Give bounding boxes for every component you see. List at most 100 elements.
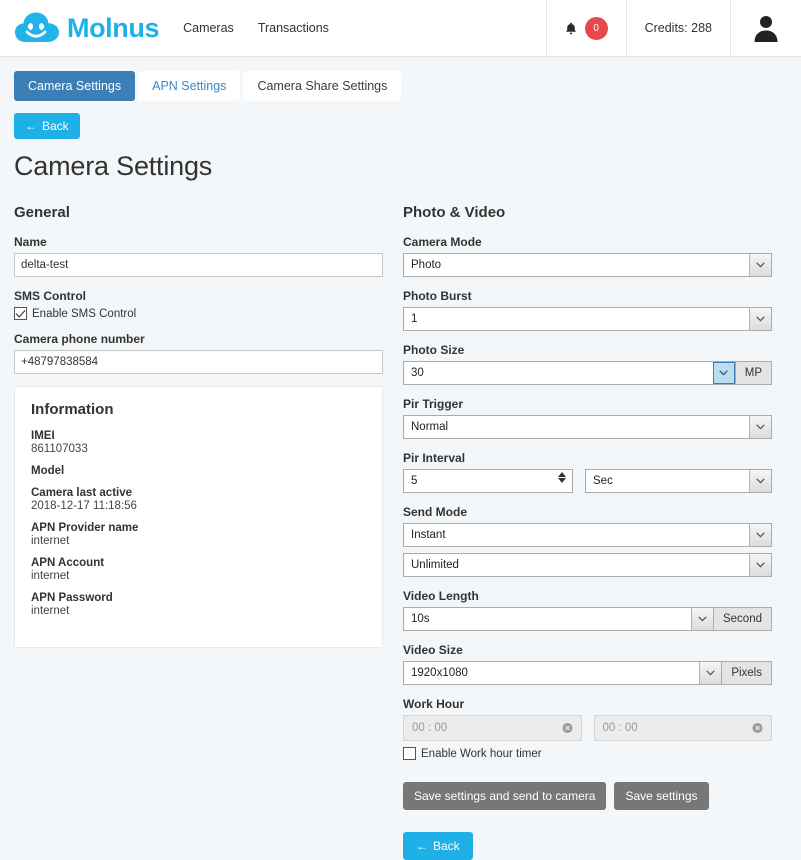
info-item-camera-last-active: Camera last active 2018-12-17 11:18:56 [31,487,366,512]
sms-control-group: SMS Control Enable SMS Control [14,289,383,320]
info-item-imei: IMEI 861107033 [31,430,366,455]
tab-apn-settings[interactable]: APN Settings [138,71,240,101]
photo-size-label: Photo Size [403,343,772,357]
video-length-input-group: 10s Second [403,607,772,631]
info-value: 861107033 [31,443,366,455]
name-field-group: Name delta-test [14,235,383,277]
work-hour-label: Work Hour [403,697,772,711]
settings-columns: General Name delta-test SMS Control Enab… [0,182,801,860]
send-mode-group: Send Mode Instant Unlimited [403,505,772,577]
info-value: internet [31,570,366,582]
tab-camera-share-settings[interactable]: Camera Share Settings [243,71,401,101]
camera-mode-group: Camera Mode Photo [403,235,772,277]
pir-trigger-select[interactable]: Normal [403,415,772,439]
user-avatar-icon [751,13,781,43]
pir-interval-row: 5 Sec [403,469,772,493]
work-hour-start-input[interactable]: 00 : 00 [403,715,582,741]
nav-link-cameras[interactable]: Cameras [183,21,234,35]
cloud-smile-icon [14,11,60,45]
camera-mode-select[interactable]: Photo [403,253,772,277]
nav-link-transactions[interactable]: Transactions [258,21,329,35]
work-hour-end-input[interactable]: 00 : 00 [594,715,773,741]
information-panel: Information IMEI 861107033 Model Camera … [14,386,383,648]
info-value: 2018-12-17 11:18:56 [31,500,366,512]
credits-label: Credits: 288 [645,21,712,35]
save-buttons-row: Save settings and send to camera Save se… [403,782,772,810]
back-button-bottom[interactable]: ← Back [403,832,473,860]
send-mode-select[interactable]: Instant [403,523,772,547]
back-button-top[interactable]: ← Back [14,113,80,139]
work-hour-group: Work Hour 00 : 00 00 : 00 [403,697,772,760]
photo-burst-label: Photo Burst [403,289,772,303]
video-length-select[interactable]: 10s [403,607,714,631]
notifications-cell[interactable]: 0 [546,0,626,56]
info-key: Camera last active [31,487,366,499]
pir-trigger-label: Pir Trigger [403,397,772,411]
bell-icon [565,22,577,35]
info-key: APN Password [31,592,366,604]
stepper-up-icon[interactable] [558,472,566,477]
back-bottom-row: ← Back [403,832,772,860]
brand-name: Molnus [67,15,159,42]
pir-interval-label: Pir Interval [403,451,772,465]
account-menu[interactable] [730,0,801,56]
work-hour-row: 00 : 00 00 : 00 [403,715,772,741]
chevron-down-icon[interactable] [749,308,771,330]
navbar-right: 0 Credits: 288 [546,0,801,56]
video-size-label: Video Size [403,643,772,657]
video-length-group: Video Length 10s Second [403,589,772,631]
chevron-down-icon[interactable] [699,662,721,684]
back-button-bottom-label: Back [433,839,460,853]
clear-circle-icon[interactable] [562,723,573,734]
camera-phone-number-label: Camera phone number [14,332,383,346]
chevron-down-icon[interactable] [749,254,771,276]
brand-logo[interactable]: Molnus [0,0,173,56]
video-length-unit-addon: Second [714,607,772,631]
photo-burst-select[interactable]: 1 [403,307,772,331]
back-button-top-label: Back [42,119,69,133]
enable-work-hour-timer-checkbox[interactable] [403,747,416,760]
chevron-down-icon[interactable] [691,608,713,630]
info-item-apn-password: APN Password internet [31,592,366,617]
info-item-apn-account: APN Account internet [31,557,366,582]
send-mode-label: Send Mode [403,505,772,519]
pir-interval-input[interactable]: 5 [403,469,573,493]
video-size-input-group: 1920x1080 Pixels [403,661,772,685]
information-title: Information [31,401,366,418]
page-title: Camera Settings [14,151,801,182]
chevron-down-icon[interactable] [749,416,771,438]
chevron-down-icon[interactable] [713,362,735,384]
info-item-model: Model [31,465,366,477]
tab-camera-settings[interactable]: Camera Settings [14,71,135,101]
clear-circle-icon[interactable] [752,723,763,734]
photo-size-select[interactable]: 30 [403,361,736,385]
chevron-down-icon[interactable] [749,554,771,576]
save-settings-button[interactable]: Save settings [614,782,708,810]
info-key: APN Provider name [31,522,366,534]
enable-sms-control-row[interactable]: Enable SMS Control [14,307,383,320]
pir-interval-unit-select[interactable]: Sec [585,469,772,493]
video-length-label: Video Length [403,589,772,603]
photo-size-group: Photo Size 30 MP [403,343,772,385]
stepper-down-icon[interactable] [558,478,566,483]
camera-phone-number-input[interactable]: +48797838584 [14,350,383,374]
photo-video-section-title: Photo & Video [403,204,772,221]
photo-video-column: Photo & Video Camera Mode Photo Photo Bu… [403,204,772,860]
chevron-down-icon[interactable] [749,524,771,546]
chevron-down-icon[interactable] [749,470,771,492]
arrow-left-icon: ← [416,839,428,853]
save-and-send-button[interactable]: Save settings and send to camera [403,782,606,810]
enable-work-hour-timer-row[interactable]: Enable Work hour timer [403,747,772,760]
info-key: Model [31,465,366,477]
number-stepper-icon[interactable] [558,472,566,483]
name-input[interactable]: delta-test [14,253,383,277]
info-key: APN Account [31,557,366,569]
info-value: internet [31,605,366,617]
photo-burst-group: Photo Burst 1 [403,289,772,331]
video-size-select[interactable]: 1920x1080 [403,661,722,685]
info-item-apn-provider-name: APN Provider name internet [31,522,366,547]
send-limit-select[interactable]: Unlimited [403,553,772,577]
enable-sms-control-checkbox[interactable] [14,307,27,320]
camera-mode-label: Camera Mode [403,235,772,249]
info-key: IMEI [31,430,366,442]
